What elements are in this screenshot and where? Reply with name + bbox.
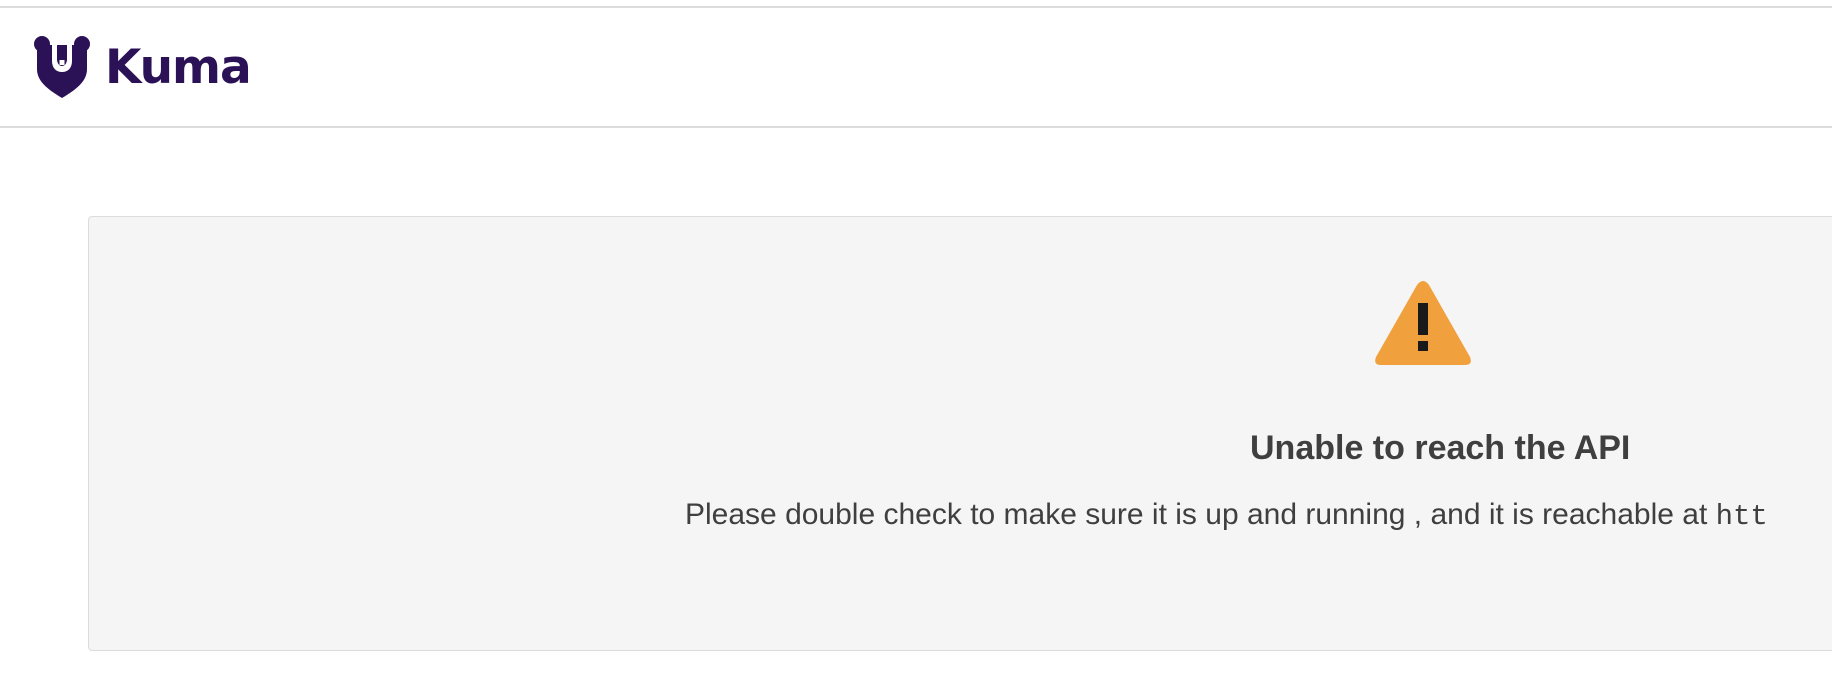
- brand-logo[interactable]: Kuma: [33, 35, 252, 99]
- error-title: Unable to reach the API: [1250, 429, 1631, 467]
- error-message: Please double check to make sure it is u…: [685, 497, 1768, 535]
- bear-logo-icon: [34, 36, 90, 98]
- warning-triangle-icon: [1375, 281, 1471, 365]
- error-message-text: Please double check to make sure it is u…: [685, 498, 1716, 531]
- brand-name: Kuma: [105, 39, 252, 95]
- api-url: htt: [1715, 500, 1768, 533]
- app-header: Kuma: [0, 8, 1832, 128]
